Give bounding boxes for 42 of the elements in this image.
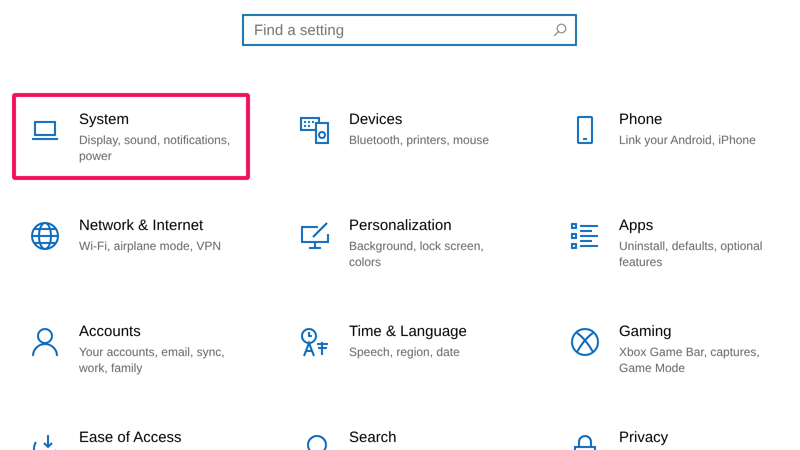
category-title: Devices [349, 111, 404, 129]
globe-icon [30, 221, 60, 251]
category-description: Speech, region, date [349, 344, 461, 360]
category-description: Wi-Fi, airplane mode, VPN [79, 238, 222, 254]
settings-tile[interactable]: Time & Language Speech, region, date [282, 305, 520, 392]
person-icon [30, 327, 60, 357]
settings-tile[interactable]: Ease of Access [12, 411, 250, 450]
search-field[interactable]: Find a setting [242, 14, 577, 46]
keyboard-speaker-icon [300, 115, 330, 145]
settings-tile[interactable]: Accounts Your accounts, email, sync, work, family [12, 305, 250, 392]
xbox-icon [570, 327, 600, 357]
settings-tile[interactable]: System Display, sound, notifications, power [12, 93, 250, 180]
category-description: Display, sound, notifications, power [79, 132, 232, 164]
category-description: Bluetooth, printers, mouse [349, 132, 490, 148]
list-icon [570, 221, 600, 251]
settings-tile[interactable]: Phone Link your Android, iPhone [552, 93, 790, 180]
monitor-brush-icon [300, 221, 330, 251]
category-title: Network & Internet [79, 217, 204, 235]
settings-tile[interactable]: Network & Internet Wi-Fi, airplane mode, VPN [12, 199, 250, 286]
category-title: Personalization [349, 217, 453, 235]
category-title: System [79, 111, 130, 129]
category-title: Gaming [619, 323, 673, 341]
category-title: Accounts [79, 323, 142, 341]
category-title: Apps [619, 217, 654, 235]
settings-tile[interactable]: Search [282, 411, 520, 450]
search-icon [553, 23, 567, 37]
category-description: Background, lock screen, colors [349, 238, 485, 270]
settings-tile[interactable]: Apps Uninstall, defaults, optional features [552, 199, 790, 286]
settings-tile[interactable]: Privacy [552, 411, 790, 450]
settings-tile[interactable]: Devices Bluetooth, printers, mouse [282, 93, 520, 180]
settings-tile[interactable]: Personalization Background, lock screen, colors [282, 199, 520, 286]
category-title: Time & Language [349, 323, 467, 341]
category-description: Your accounts, email, sync, work, family [79, 344, 226, 376]
category-title: Search [349, 429, 397, 447]
category-description: Link your Android, iPhone [619, 132, 756, 148]
category-title: Phone [619, 111, 664, 129]
settings-tile[interactable]: Gaming Xbox Game Bar, captures, Game Mode [552, 305, 790, 392]
category-title: Privacy [619, 429, 668, 447]
category-description: Uninstall, defaults, optional features [619, 238, 764, 270]
category-title: Ease of Access [79, 429, 182, 447]
category-description: Xbox Game Bar, captures, Game Mode [619, 344, 761, 376]
clock-letters-icon [300, 327, 330, 357]
